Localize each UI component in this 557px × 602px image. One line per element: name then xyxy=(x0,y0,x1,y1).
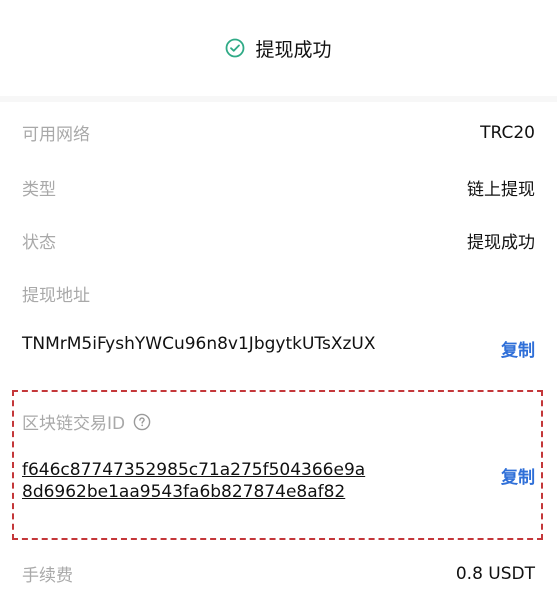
type-value: 链上提现 xyxy=(467,180,535,200)
copy-txid-button[interactable]: 复制 xyxy=(501,463,535,488)
type-label: 类型 xyxy=(22,180,56,200)
txid-link[interactable]: f646c87747352985c71a275f504366e9a8d6962b… xyxy=(22,459,367,503)
address-row: 提现地址 xyxy=(22,281,535,306)
section-divider xyxy=(0,96,557,102)
network-value: TRC20 xyxy=(480,122,535,143)
type-row: 类型 链上提现 xyxy=(22,175,535,200)
status-header: 提现成功 xyxy=(0,0,557,96)
status-title: 提现成功 xyxy=(255,38,332,61)
txid-label: 区块链交易ID xyxy=(22,414,126,434)
status-label: 状态 xyxy=(22,233,56,253)
txid-label-group: 区块链交易ID xyxy=(22,409,151,434)
network-row: 可用网络 TRC20 xyxy=(22,120,535,146)
withdraw-address: TNMrM5iFyshYWCu96n8v1JbgytkUTsXzUX xyxy=(22,334,376,354)
check-circle-icon xyxy=(225,38,245,58)
status-row: 状态 提现成功 xyxy=(22,228,535,253)
copy-address-button[interactable]: 复制 xyxy=(501,336,535,361)
fee-value: 0.8 USDT xyxy=(455,563,535,584)
fee-row: 手续费 0.8 USDT xyxy=(22,561,535,587)
network-label: 可用网络 xyxy=(22,125,90,145)
address-label: 提现地址 xyxy=(22,286,90,306)
status-value: 提现成功 xyxy=(467,233,535,253)
status-wrap: 提现成功 xyxy=(225,35,332,62)
question-circle-icon[interactable] xyxy=(133,413,151,431)
fee-label: 手续费 xyxy=(22,566,73,586)
